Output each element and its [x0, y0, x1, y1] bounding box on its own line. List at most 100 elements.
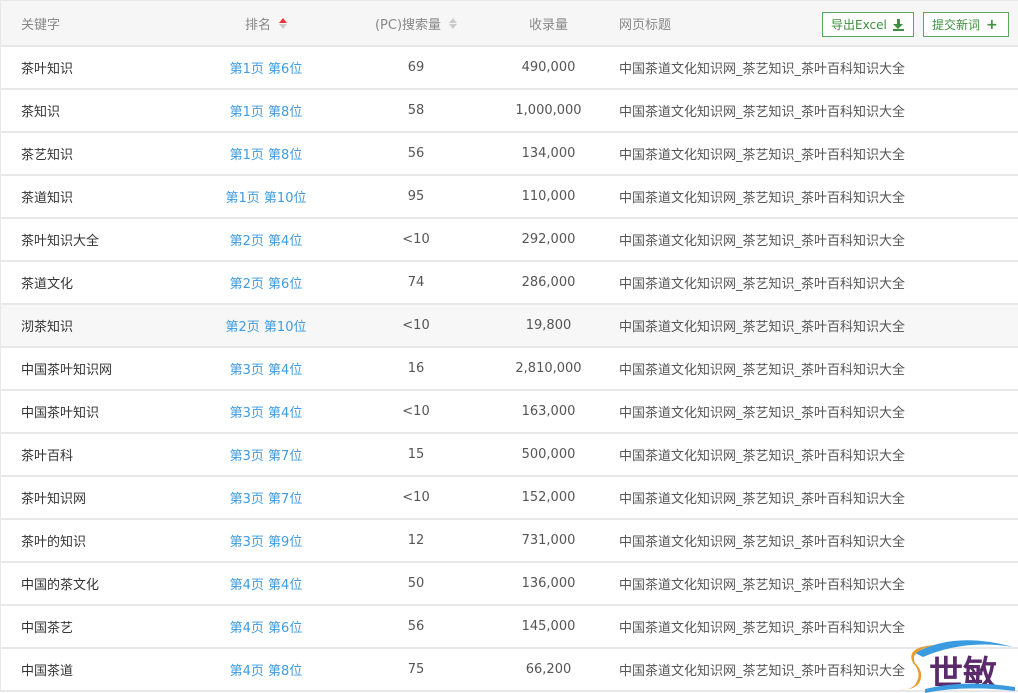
keyword-cell: 中国茶艺 [21, 621, 74, 636]
table-row: 茶叶百科 第3页 第7位 15 500,000 中国茶道文化知识网_茶艺知识_茶叶百科知… [1, 434, 1018, 477]
watermark-logo: 世敏 [899, 640, 1015, 693]
table-row: 茶叶的知识 第3页 第9位 12 731,000 中国茶道文化知识网_茶艺知识_茶叶百科… [1, 520, 1018, 563]
rank-link[interactable]: 第1页 第10位 [201, 176, 331, 217]
keyword-cell: 茶叶知识网 [21, 492, 87, 507]
sort-ascending-icon [449, 17, 458, 23]
pc-search-cell: 69 [407, 60, 425, 75]
keyword-cell: 中国茶叶知识 [21, 406, 100, 421]
header-pc-search-sortable[interactable]: (PC)搜索量 [346, 1, 486, 45]
keyword-cell: 茶道文化 [21, 277, 74, 292]
indexed-cell: 136,000 [521, 576, 576, 591]
rank-link[interactable]: 第2页 第4位 [201, 219, 331, 260]
indexed-cell: 490,000 [521, 60, 576, 75]
pc-search-cell: 58 [407, 103, 425, 118]
page-title-cell: 中国茶道文化知识网_茶艺知识_茶叶百科知识大全 [619, 578, 906, 593]
table-header: 关键字 排名 (PC)搜索量 收录量 网页标题 导出Excel 提交新词 + [1, 1, 1018, 47]
plus-icon: + [986, 16, 998, 33]
rank-link[interactable]: 第4页 第8位 [201, 649, 331, 690]
table-row: 茶艺知识 第1页 第8位 56 134,000 中国茶道文化知识网_茶艺知识_茶叶百科知… [1, 133, 1018, 176]
table-row: 中国茶道 第4页 第8位 75 66,200 中国茶道文化知识网_茶艺知识_茶叶百科知识… [1, 649, 1018, 692]
keyword-cell: 茶叶知识大全 [21, 234, 100, 249]
page-title-cell: 中国茶道文化知识网_茶艺知识_茶叶百科知识大全 [619, 62, 906, 77]
header-keyword: 关键字 [21, 17, 61, 33]
indexed-cell: 152,000 [521, 490, 576, 505]
rank-link[interactable]: 第4页 第4位 [201, 563, 331, 604]
indexed-cell: 145,000 [521, 619, 576, 634]
page-title-cell: 中国茶道文化知识网_茶艺知识_茶叶百科知识大全 [619, 406, 906, 421]
rank-link[interactable]: 第2页 第6位 [201, 262, 331, 303]
indexed-cell: 163,000 [521, 404, 576, 419]
page-title-cell: 中国茶道文化知识网_茶艺知识_茶叶百科知识大全 [619, 363, 906, 378]
page-title-cell: 中国茶道文化知识网_茶艺知识_茶叶百科知识大全 [619, 105, 906, 120]
export-excel-label: 导出Excel [831, 18, 887, 32]
rank-link[interactable]: 第3页 第4位 [201, 348, 331, 389]
page-title-cell: 中国茶道文化知识网_茶艺知识_茶叶百科知识大全 [619, 277, 906, 292]
table-row: 茶叶知识网 第3页 第7位 <10 152,000 中国茶道文化知识网_茶艺知识_茶叶百… [1, 477, 1018, 520]
header-rank-sortable[interactable]: 排名 [201, 1, 331, 45]
table-row: 茶叶知识大全 第2页 第4位 <10 292,000 中国茶道文化知识网_茶艺知识_茶叶… [1, 219, 1018, 262]
keyword-cell: 中国的茶文化 [21, 578, 100, 593]
pc-search-cell: 16 [407, 361, 425, 376]
rank-link[interactable]: 第1页 第8位 [201, 90, 331, 131]
keyword-cell: 沏茶知识 [21, 320, 74, 335]
rank-link[interactable]: 第3页 第4位 [201, 391, 331, 432]
table-row: 茶道文化 第2页 第6位 74 286,000 中国茶道文化知识网_茶艺知识_茶叶百科知… [1, 262, 1018, 305]
table-row: 茶叶知识 第1页 第6位 69 490,000 中国茶道文化知识网_茶艺知识_茶叶百科知… [1, 47, 1018, 90]
page-title-cell: 中国茶道文化知识网_茶艺知识_茶叶百科知识大全 [619, 621, 906, 636]
indexed-cell: 134,000 [521, 146, 576, 161]
keyword-cell: 中国茶道 [21, 664, 74, 679]
keyword-cell: 茶叶的知识 [21, 535, 87, 550]
table-row: 中国茶叶知识 第3页 第4位 <10 163,000 中国茶道文化知识网_茶艺知识_茶叶… [1, 391, 1018, 434]
keyword-ranking-table: 关键字 排名 (PC)搜索量 收录量 网页标题 导出Excel 提交新词 + 茶… [0, 0, 1018, 692]
indexed-cell: 731,000 [521, 533, 576, 548]
table-row: 中国茶艺 第4页 第6位 56 145,000 中国茶道文化知识网_茶艺知识_茶叶百科知… [1, 606, 1018, 649]
indexed-cell: 1,000,000 [515, 103, 582, 118]
keyword-cell: 中国茶叶知识网 [21, 363, 113, 378]
sort-ascending-icon [279, 17, 287, 23]
pc-search-cell: 56 [407, 146, 425, 161]
pc-search-cell: 75 [407, 662, 425, 677]
rank-link[interactable]: 第3页 第7位 [201, 434, 331, 475]
rank-link[interactable]: 第1页 第6位 [201, 47, 331, 88]
page-title-cell: 中国茶道文化知识网_茶艺知识_茶叶百科知识大全 [619, 449, 906, 464]
indexed-cell: 19,800 [525, 318, 572, 333]
indexed-cell: 66,200 [525, 662, 572, 677]
sort-arrows-icon[interactable] [279, 17, 287, 29]
submit-new-keyword-button[interactable]: 提交新词 + [923, 12, 1009, 37]
indexed-cell: 2,810,000 [515, 361, 582, 376]
header-rank-label: 排名 [244, 17, 271, 33]
table-row: 沏茶知识 第2页 第10位 <10 19,800 中国茶道文化知识网_茶艺知识_茶叶百科… [1, 305, 1018, 348]
pc-search-cell: <10 [402, 490, 430, 505]
header-indexed: 收录量 [528, 17, 568, 33]
pc-search-cell: <10 [402, 404, 430, 419]
page-title-cell: 中国茶道文化知识网_茶艺知识_茶叶百科知识大全 [619, 535, 906, 550]
sort-arrows-icon[interactable] [449, 17, 458, 29]
table-row: 中国的茶文化 第4页 第4位 50 136,000 中国茶道文化知识网_茶艺知识_茶叶百… [1, 563, 1018, 606]
export-excel-button[interactable]: 导出Excel [822, 12, 914, 37]
keyword-cell: 茶叶百科 [21, 449, 74, 464]
rank-link[interactable]: 第3页 第7位 [201, 477, 331, 518]
keyword-cell: 茶叶知识 [21, 62, 74, 77]
table-row: 茶道知识 第1页 第10位 95 110,000 中国茶道文化知识网_茶艺知识_茶叶百科… [1, 176, 1018, 219]
rank-link[interactable]: 第2页 第10位 [201, 305, 331, 346]
header-page-title: 网页标题 [619, 17, 672, 33]
indexed-cell: 110,000 [521, 189, 576, 204]
page-title-cell: 中国茶道文化知识网_茶艺知识_茶叶百科知识大全 [619, 320, 906, 335]
pc-search-cell: <10 [402, 318, 430, 333]
table-body: 茶叶知识 第1页 第6位 69 490,000 中国茶道文化知识网_茶艺知识_茶叶百科知… [1, 47, 1018, 692]
pc-search-cell: 95 [407, 189, 425, 204]
indexed-cell: 292,000 [521, 232, 576, 247]
page-title-cell: 中国茶道文化知识网_茶艺知识_茶叶百科知识大全 [619, 148, 906, 163]
rank-link[interactable]: 第4页 第6位 [201, 606, 331, 647]
table-row: 中国茶叶知识网 第3页 第4位 16 2,810,000 中国茶道文化知识网_茶艺知识_… [1, 348, 1018, 391]
pc-search-cell: 12 [407, 533, 425, 548]
page-title-cell: 中国茶道文化知识网_茶艺知识_茶叶百科知识大全 [619, 664, 906, 679]
rank-link[interactable]: 第1页 第8位 [201, 133, 331, 174]
download-icon [892, 18, 904, 31]
indexed-cell: 500,000 [521, 447, 576, 462]
rank-link[interactable]: 第3页 第9位 [201, 520, 331, 561]
page-title-cell: 中国茶道文化知识网_茶艺知识_茶叶百科知识大全 [619, 191, 906, 206]
keyword-cell: 茶知识 [21, 105, 61, 120]
sort-descending-icon [449, 23, 458, 29]
header-pc-search-label: (PC)搜索量 [374, 17, 442, 33]
